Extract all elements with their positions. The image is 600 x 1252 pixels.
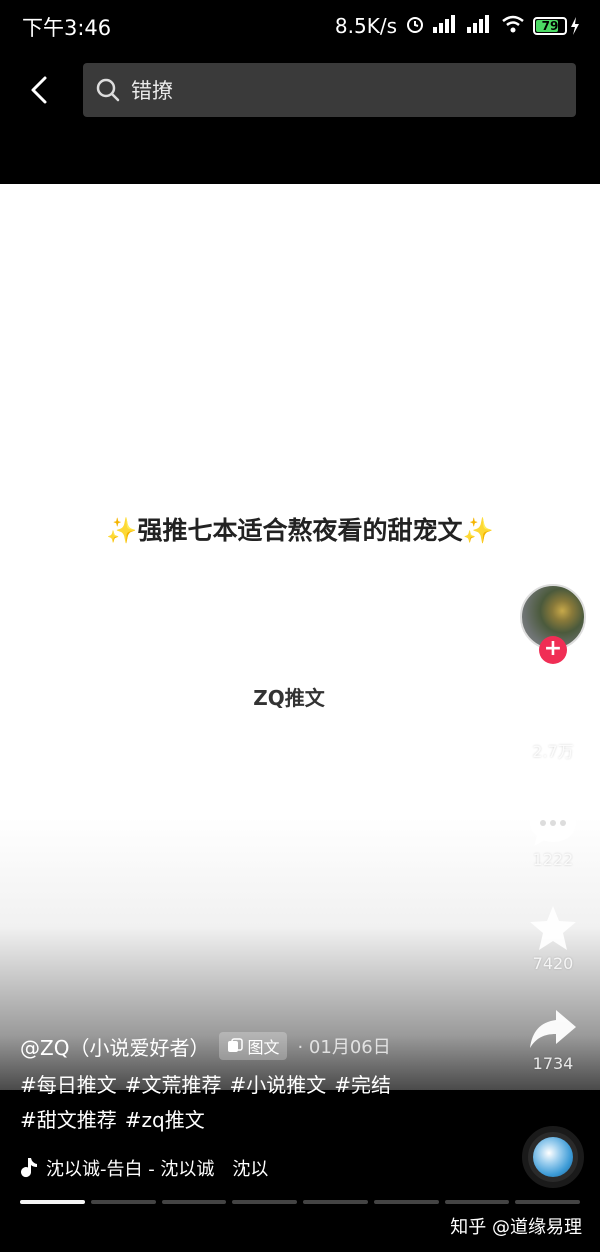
author-row: @ZQ（小说爱好者） 图文 · 01月06日 — [20, 1030, 500, 1062]
type-badge: 图文 — [219, 1032, 288, 1060]
progress-segment — [373, 1200, 439, 1204]
post-image[interactable]: ✨强推七本适合熬夜看的甜宠文✨ ZQ推文 — [0, 184, 600, 1090]
comment-button[interactable]: 1222 — [520, 802, 586, 869]
hashtag-list: #每日推文 #文荒推荐 #小说推文 #完结 #甜文推荐 #zq推文 — [20, 1068, 500, 1138]
music-note-icon — [21, 1158, 37, 1178]
hashtag[interactable]: #每日推文 — [20, 1073, 117, 1097]
sparkle-icon: ✨ — [106, 516, 138, 545]
follow-button[interactable]: + — [539, 636, 567, 664]
comment-count: 1222 — [532, 850, 574, 869]
progress-segment — [232, 1200, 297, 1204]
favorite-count: 7420 — [532, 954, 574, 973]
progress-segment — [444, 1200, 510, 1204]
hashtag[interactable]: #完结 — [334, 1073, 391, 1097]
music-disc[interactable] — [522, 1126, 584, 1188]
share-count: 1734 — [532, 1054, 574, 1073]
post-date: · 01月06日 — [297, 1037, 391, 1058]
status-bar: 下午3:46 8.5K/s 79 — [0, 0, 600, 52]
signal-icon — [433, 14, 459, 38]
post-title: ✨强推七本适合熬夜看的甜宠文✨ — [106, 516, 494, 545]
alarm-icon — [405, 14, 425, 39]
sparkle-icon: ✨ — [462, 516, 494, 545]
progress-segment — [515, 1200, 580, 1204]
progress-segment — [90, 1200, 156, 1204]
hashtag[interactable]: #文荒推荐 — [125, 1073, 222, 1097]
hashtag[interactable]: #甜文推荐 — [20, 1108, 117, 1132]
author-name[interactable]: @ZQ（小说爱好者） — [20, 1032, 209, 1061]
search-icon — [96, 78, 120, 102]
music-info[interactable]: 沈以诚-告白 - 沈以诚 沈以 — [20, 1154, 268, 1182]
heart-icon — [528, 692, 578, 734]
charging-icon — [571, 17, 579, 35]
comment-icon — [530, 804, 576, 846]
cover-label: ZQ推文 — [253, 686, 325, 710]
music-title: 沈以诚-告白 - 沈以诚 沈以 — [46, 1159, 269, 1180]
hashtag[interactable]: #小说推文 — [230, 1073, 327, 1097]
net-speed: 8.5K/s — [334, 14, 397, 38]
back-button[interactable] — [22, 70, 56, 110]
search-query: 错撩 — [131, 79, 173, 103]
search-input[interactable]: 错撩 — [83, 63, 576, 117]
share-icon — [530, 1010, 576, 1048]
progress-segment — [161, 1200, 227, 1204]
star-icon — [530, 906, 576, 950]
like-button[interactable]: 2.7万 — [520, 690, 586, 762]
status-time: 下午3:46 — [22, 16, 112, 40]
like-count: 2.7万 — [532, 742, 574, 761]
battery-icon: 79 — [533, 17, 580, 35]
watermark: 知乎 @道缘易理 — [450, 1217, 582, 1238]
music-cover — [533, 1137, 573, 1177]
hashtag[interactable]: #zq推文 — [125, 1108, 205, 1132]
search-header: 错撩 — [0, 52, 600, 184]
share-button[interactable]: 1734 — [520, 1006, 586, 1073]
wifi-icon — [501, 14, 525, 38]
post-info: @ZQ（小说爱好者） 图文 · 01月06日 #每日推文 #文荒推荐 #小说推文 #完… — [20, 1030, 500, 1138]
gallery-icon — [228, 1038, 244, 1052]
status-indicators: 8.5K/s 79 — [335, 12, 580, 40]
image-progress-indicator — [20, 1200, 580, 1204]
signal-icon-2 — [467, 14, 493, 38]
favorite-button[interactable]: 7420 — [520, 904, 586, 973]
chevron-left-icon — [31, 76, 47, 104]
progress-segment — [20, 1200, 85, 1204]
progress-segment — [303, 1200, 368, 1204]
